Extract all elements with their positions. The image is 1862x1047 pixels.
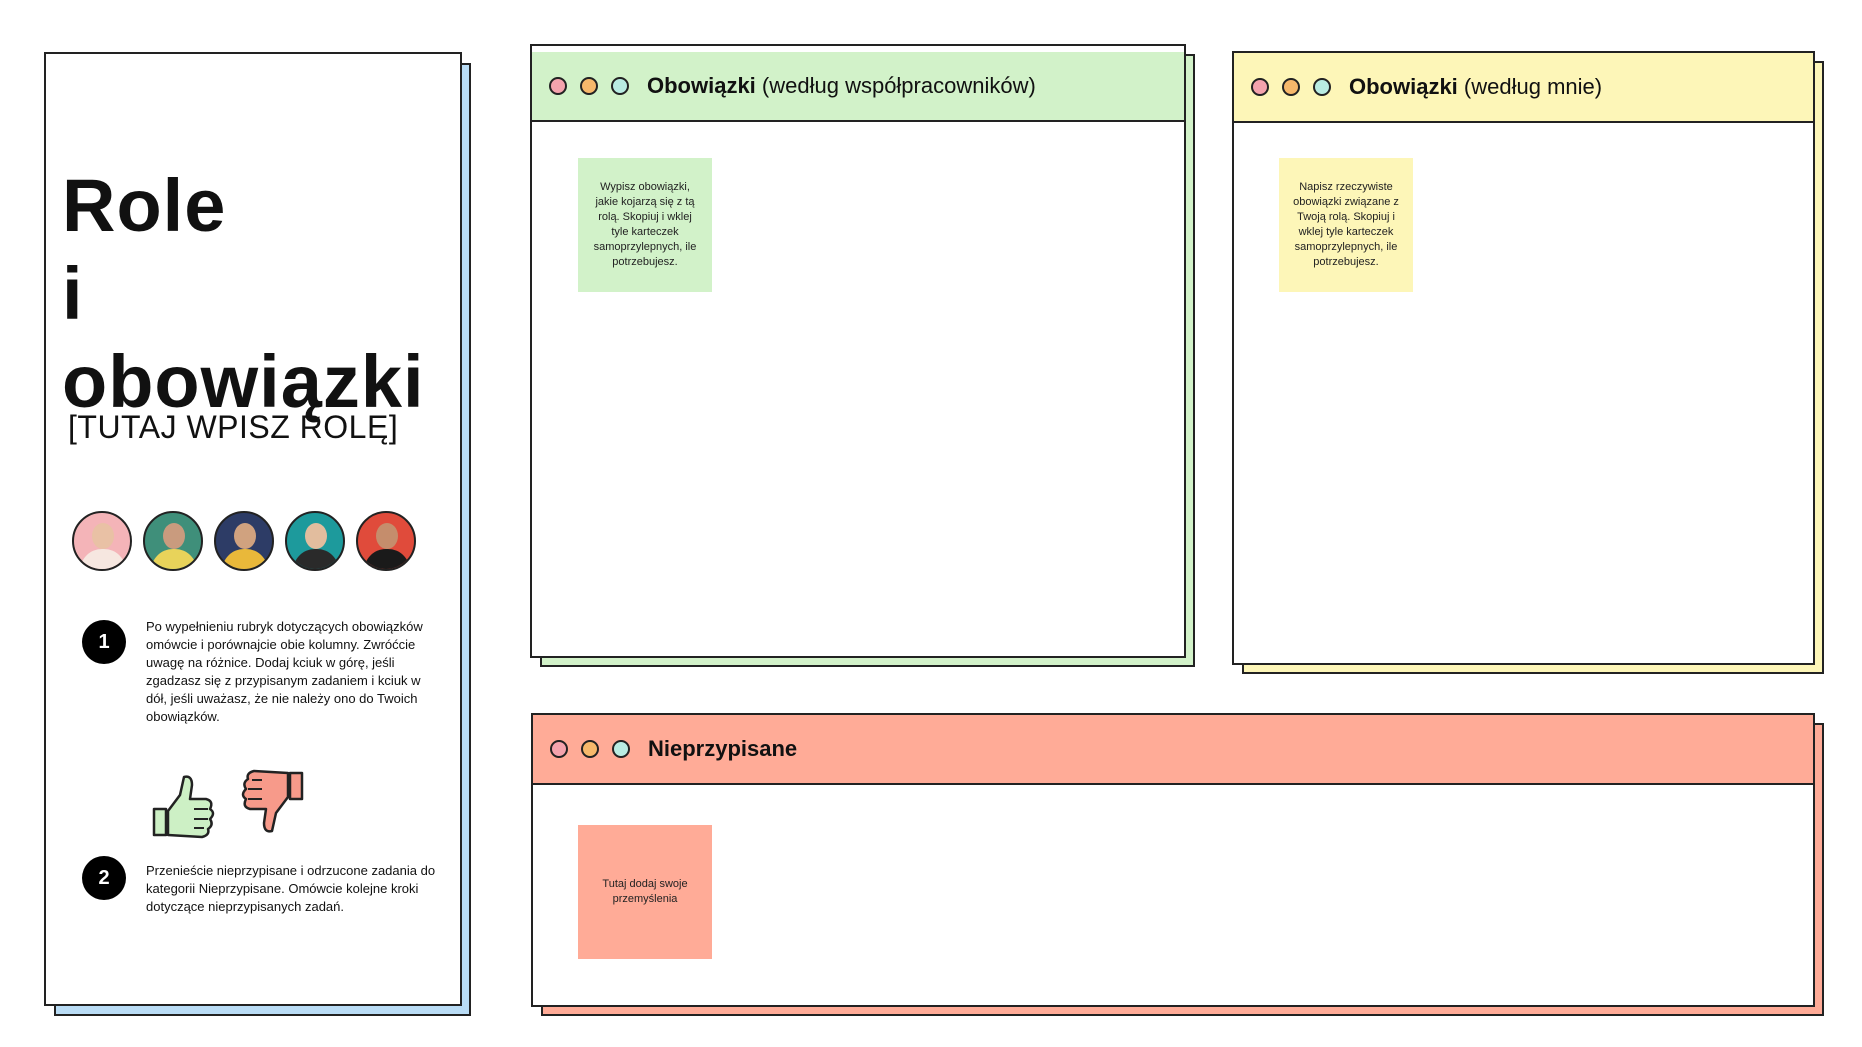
step-1-badge: 1	[82, 620, 126, 664]
avatar	[356, 511, 416, 571]
coworkers-responsibilities-panel: Obowiązki (według współpracowników) Wypi…	[530, 44, 1186, 658]
window-dot-orange[interactable]	[1282, 78, 1300, 96]
my-responsibilities-panel: Obowiązki (według mnie) Napisz rzeczywis…	[1232, 51, 1815, 665]
step-1-text: Po wypełnieniu rubryk dotyczących obowią…	[146, 619, 423, 724]
avatar	[285, 511, 345, 571]
window-dot-teal[interactable]	[612, 740, 630, 758]
thumbs-up-icon[interactable]	[152, 775, 215, 839]
window-dot-red[interactable]	[550, 740, 568, 758]
window-dot-red[interactable]	[1251, 78, 1269, 96]
window-dot-orange[interactable]	[580, 77, 598, 95]
thumbs-down-icon[interactable]	[241, 769, 304, 833]
avatar	[72, 511, 132, 571]
thumbs-icons	[152, 769, 304, 839]
me-sticky-note[interactable]: Napisz rzeczywiste obowiązki związane z …	[1279, 158, 1413, 292]
role-placeholder[interactable]: [TUTAJ WPISZ ROLĘ]	[68, 409, 398, 446]
avatar	[214, 511, 274, 571]
unassigned-panel: Nieprzypisane Tutaj dodaj swoje przemyśl…	[531, 713, 1815, 1007]
step-2-text: Przenieście nieprzypisane i odrzucone za…	[146, 863, 436, 914]
instructions-panel: Role i obowiązki [TUTAJ WPISZ ROLĘ] 1 Po…	[44, 52, 462, 1006]
coworkers-sticky-note[interactable]: Wypisz obowiązki, jakie kojarzą się z tą…	[578, 158, 712, 292]
me-panel-header: Obowiązki (według mnie)	[1234, 53, 1813, 123]
avatar-group	[72, 511, 416, 571]
coworkers-panel-title: Obowiązki (według współpracowników)	[647, 73, 1036, 98]
title-line-1: Role	[62, 164, 227, 247]
avatar	[143, 511, 203, 571]
step-2-badge: 2	[82, 856, 126, 900]
window-dot-teal[interactable]	[1313, 78, 1331, 96]
unassigned-panel-header: Nieprzypisane	[533, 715, 1813, 785]
unassigned-panel-title: Nieprzypisane	[648, 736, 798, 761]
title-line-2: i obowiązki	[62, 252, 425, 423]
window-dot-red[interactable]	[549, 77, 567, 95]
coworkers-panel-top-edge	[530, 44, 1186, 52]
page-title: Role i obowiązki	[62, 162, 460, 426]
window-dot-orange[interactable]	[581, 740, 599, 758]
me-panel-title: Obowiązki (według mnie)	[1349, 74, 1603, 99]
window-dot-teal[interactable]	[611, 77, 629, 95]
unassigned-sticky-note[interactable]: Tutaj dodaj swoje przemyślenia	[578, 825, 712, 959]
coworkers-panel-header: Obowiązki (według współpracowników)	[532, 52, 1184, 122]
